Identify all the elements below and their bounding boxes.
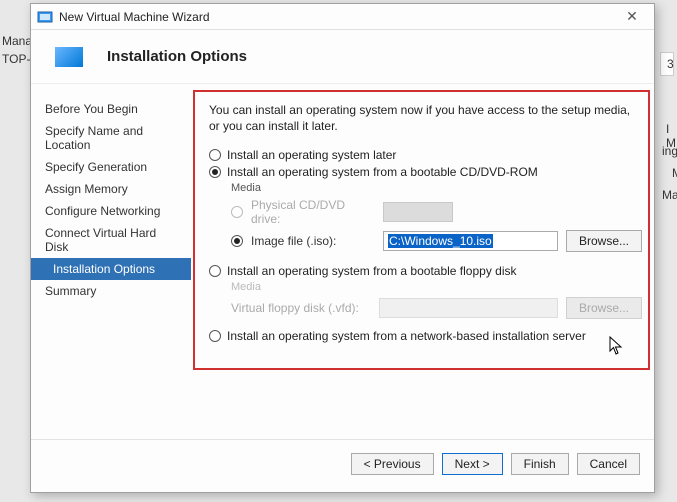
wizard-header: Installation Options: [31, 30, 654, 84]
bg-text: 3: [660, 52, 674, 76]
close-icon[interactable]: ✕: [616, 8, 648, 25]
bg-text: M: [666, 162, 677, 184]
radio-icon[interactable]: [209, 149, 221, 161]
step-specify-name[interactable]: Specify Name and Location: [31, 120, 191, 156]
row-physical-drive: Physical CD/DVD drive:: [231, 198, 642, 226]
next-button[interactable]: Next >: [442, 453, 503, 475]
option-label: Install an operating system from a boota…: [227, 165, 538, 179]
media-group-label: Media: [231, 281, 642, 293]
image-file-label: Image file (.iso):: [251, 234, 375, 248]
step-configure-networking[interactable]: Configure Networking: [31, 200, 191, 222]
vfd-path-input: [379, 298, 558, 318]
physical-drive-dropdown: [383, 202, 453, 222]
header-icon: [55, 47, 83, 67]
step-summary[interactable]: Summary: [31, 280, 191, 302]
option-label: Install an operating system from a boota…: [227, 264, 517, 278]
row-image-file: Image file (.iso): C:\Windows_10.iso Bro…: [231, 230, 642, 252]
step-before-you-begin[interactable]: Before You Begin: [31, 98, 191, 120]
virtual-floppy-label: Virtual floppy disk (.vfd):: [231, 301, 371, 315]
step-assign-memory[interactable]: Assign Memory: [31, 178, 191, 200]
radio-icon[interactable]: [231, 235, 243, 247]
iso-path-input[interactable]: C:\Windows_10.iso: [383, 231, 558, 251]
radio-icon[interactable]: [209, 330, 221, 342]
browse-vfd-button: Browse...: [566, 297, 642, 319]
wizard-footer: < Previous Next > Finish Cancel: [31, 439, 654, 487]
step-specify-generation[interactable]: Specify Generation: [31, 156, 191, 178]
option-install-later[interactable]: Install an operating system later: [209, 148, 642, 162]
wizard-dialog: New Virtual Machine Wizard ✕ Installatio…: [30, 3, 655, 493]
iso-path-value: C:\Windows_10.iso: [388, 234, 493, 248]
option-install-cd[interactable]: Install an operating system from a boota…: [209, 165, 642, 179]
radio-icon: [231, 206, 243, 218]
previous-button[interactable]: < Previous: [351, 453, 434, 475]
window-title: New Virtual Machine Wizard: [59, 10, 616, 24]
intro-text: You can install an operating system now …: [209, 102, 636, 134]
content-pane: You can install an operating system now …: [191, 84, 654, 439]
radio-icon[interactable]: [209, 265, 221, 277]
app-icon: [37, 9, 53, 25]
media-group-label: Media: [231, 182, 642, 194]
option-install-network[interactable]: Install an operating system from a netwo…: [209, 329, 642, 343]
browse-iso-button[interactable]: Browse...: [566, 230, 642, 252]
option-label: Install an operating system later: [227, 148, 396, 162]
step-connect-vhd[interactable]: Connect Virtual Hard Disk: [31, 222, 191, 258]
page-title: Installation Options: [107, 48, 247, 65]
radio-icon[interactable]: [209, 166, 221, 178]
row-virtual-floppy: Virtual floppy disk (.vfd): Browse...: [231, 297, 642, 319]
option-label: Install an operating system from a netwo…: [227, 329, 586, 343]
titlebar[interactable]: New Virtual Machine Wizard ✕: [31, 4, 654, 30]
cancel-button[interactable]: Cancel: [577, 453, 640, 475]
step-sidebar: Before You Begin Specify Name and Locati…: [31, 84, 191, 439]
finish-button[interactable]: Finish: [511, 453, 569, 475]
bg-text: ings.: [656, 140, 677, 162]
option-install-floppy[interactable]: Install an operating system from a boota…: [209, 264, 642, 278]
bg-text: Mana: [656, 184, 677, 206]
step-installation-options[interactable]: Installation Options: [31, 258, 191, 280]
physical-drive-label: Physical CD/DVD drive:: [251, 198, 375, 226]
